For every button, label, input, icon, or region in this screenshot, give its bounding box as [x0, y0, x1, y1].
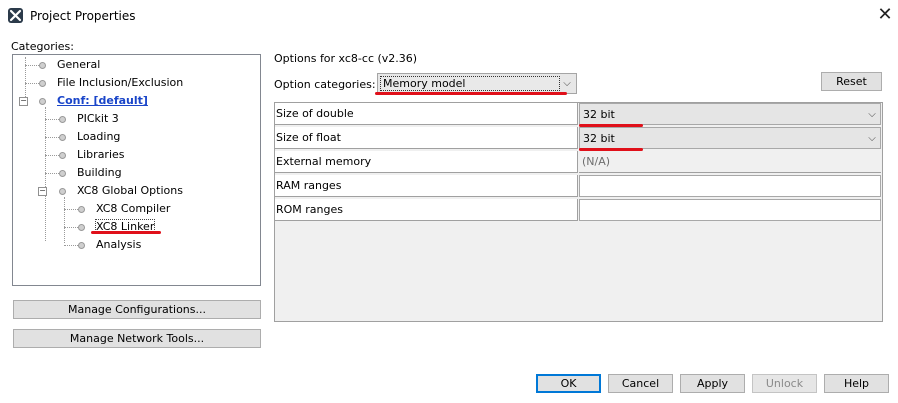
- property-name: External memory: [275, 151, 578, 173]
- tree-item-xc8-compiler[interactable]: XC8 Compiler: [78, 201, 170, 217]
- external-memory-value: (N/A): [579, 151, 881, 173]
- window-title: Project Properties: [30, 9, 136, 23]
- annotation-underline: [579, 124, 643, 127]
- tree-connector: [64, 245, 78, 246]
- tree-item-libraries[interactable]: Libraries: [59, 147, 125, 163]
- node-icon: [59, 188, 66, 195]
- tree-item-xc8-global-options[interactable]: XC8 Global Options: [59, 183, 183, 199]
- tree-item-loading[interactable]: Loading: [59, 129, 120, 145]
- rom-ranges-input[interactable]: [579, 199, 881, 221]
- chevron-down-icon: ⌵: [868, 133, 876, 144]
- options-property-grid: Size of double 32 bit ⌵ Size of float 32…: [274, 102, 883, 322]
- annotation-underline: [375, 92, 567, 95]
- ram-ranges-input[interactable]: [579, 175, 881, 197]
- annotation-underline: [91, 231, 161, 234]
- help-button[interactable]: Help: [824, 374, 889, 393]
- node-icon: [39, 98, 46, 105]
- option-categories-label: Option categories:: [274, 78, 376, 91]
- tree-item-pickit3[interactable]: PICkit 3: [59, 111, 119, 127]
- tree-connector: [45, 155, 59, 156]
- node-icon: [59, 116, 66, 123]
- app-icon: [8, 8, 23, 23]
- node-icon: [59, 170, 66, 177]
- property-name: RAM ranges: [275, 175, 578, 197]
- cancel-button[interactable]: Cancel: [608, 374, 673, 393]
- tree-connector: [25, 57, 26, 101]
- tree-item-general[interactable]: General: [39, 57, 100, 73]
- unlock-button: Unlock: [752, 374, 817, 393]
- node-icon: [59, 152, 66, 159]
- annotation-underline: [579, 148, 643, 151]
- property-value: 32 bit: [583, 132, 615, 145]
- property-name: Size of double: [275, 103, 578, 125]
- apply-button[interactable]: Apply: [680, 374, 745, 393]
- tree-item-label: General: [57, 58, 101, 71]
- tree-item-conf-default[interactable]: Conf: [default]: [39, 93, 148, 109]
- node-icon: [78, 206, 85, 213]
- node-icon: [78, 224, 85, 231]
- tree-connector: [45, 173, 59, 174]
- tree-connector: [45, 107, 46, 241]
- title-bar: Project Properties ✕: [0, 0, 898, 31]
- tree-item-building[interactable]: Building: [59, 165, 122, 181]
- tree-connector: [64, 209, 78, 210]
- node-icon: [39, 80, 46, 87]
- reset-button[interactable]: Reset: [821, 72, 882, 91]
- tree-item-label: Building: [77, 166, 122, 179]
- manage-configurations-button[interactable]: Manage Configurations...: [13, 300, 261, 319]
- chevron-down-icon: ⌵: [868, 109, 876, 120]
- collapse-icon[interactable]: −: [38, 187, 47, 196]
- tree-item-label: Conf: [default]: [57, 94, 148, 107]
- tree-item-analysis[interactable]: Analysis: [78, 237, 141, 253]
- size-of-float-select[interactable]: 32 bit ⌵: [579, 127, 881, 149]
- close-icon[interactable]: ✕: [876, 6, 894, 24]
- option-categories-select[interactable]: Memory model ⌵: [377, 73, 577, 94]
- node-icon: [59, 134, 66, 141]
- option-categories-value: Memory model: [380, 76, 560, 91]
- collapse-icon[interactable]: −: [19, 97, 28, 106]
- tree-item-label: Libraries: [77, 148, 125, 161]
- tree-item-label: XC8 Global Options: [77, 184, 183, 197]
- categories-label: Categories:: [11, 40, 74, 53]
- tree-connector: [64, 227, 78, 228]
- ok-button[interactable]: OK: [536, 374, 601, 393]
- tree-item-file-inclusion[interactable]: File Inclusion/Exclusion: [39, 75, 183, 91]
- tree-item-label: PICkit 3: [77, 112, 119, 125]
- tree-connector: [45, 137, 59, 138]
- tree-item-label: File Inclusion/Exclusion: [57, 76, 184, 89]
- chevron-down-icon: ⌵: [563, 78, 571, 89]
- tree-connector: [45, 119, 59, 120]
- tree-item-label: Loading: [77, 130, 121, 143]
- options-header: Options for xc8-cc (v2.36): [274, 52, 418, 65]
- tree-connector: [64, 197, 65, 243]
- tree-item-label: Analysis: [96, 238, 142, 251]
- node-icon: [39, 62, 46, 69]
- tree-item-label: XC8 Compiler: [96, 202, 171, 215]
- property-value: 32 bit: [583, 108, 615, 121]
- size-of-double-select[interactable]: 32 bit ⌵: [579, 103, 881, 125]
- manage-network-tools-button[interactable]: Manage Network Tools...: [13, 329, 261, 348]
- node-icon: [78, 242, 85, 249]
- property-name: Size of float: [275, 127, 578, 149]
- categories-tree[interactable]: − − General File Inclusion/Exclusion Con…: [12, 54, 261, 286]
- property-name: ROM ranges: [275, 199, 578, 221]
